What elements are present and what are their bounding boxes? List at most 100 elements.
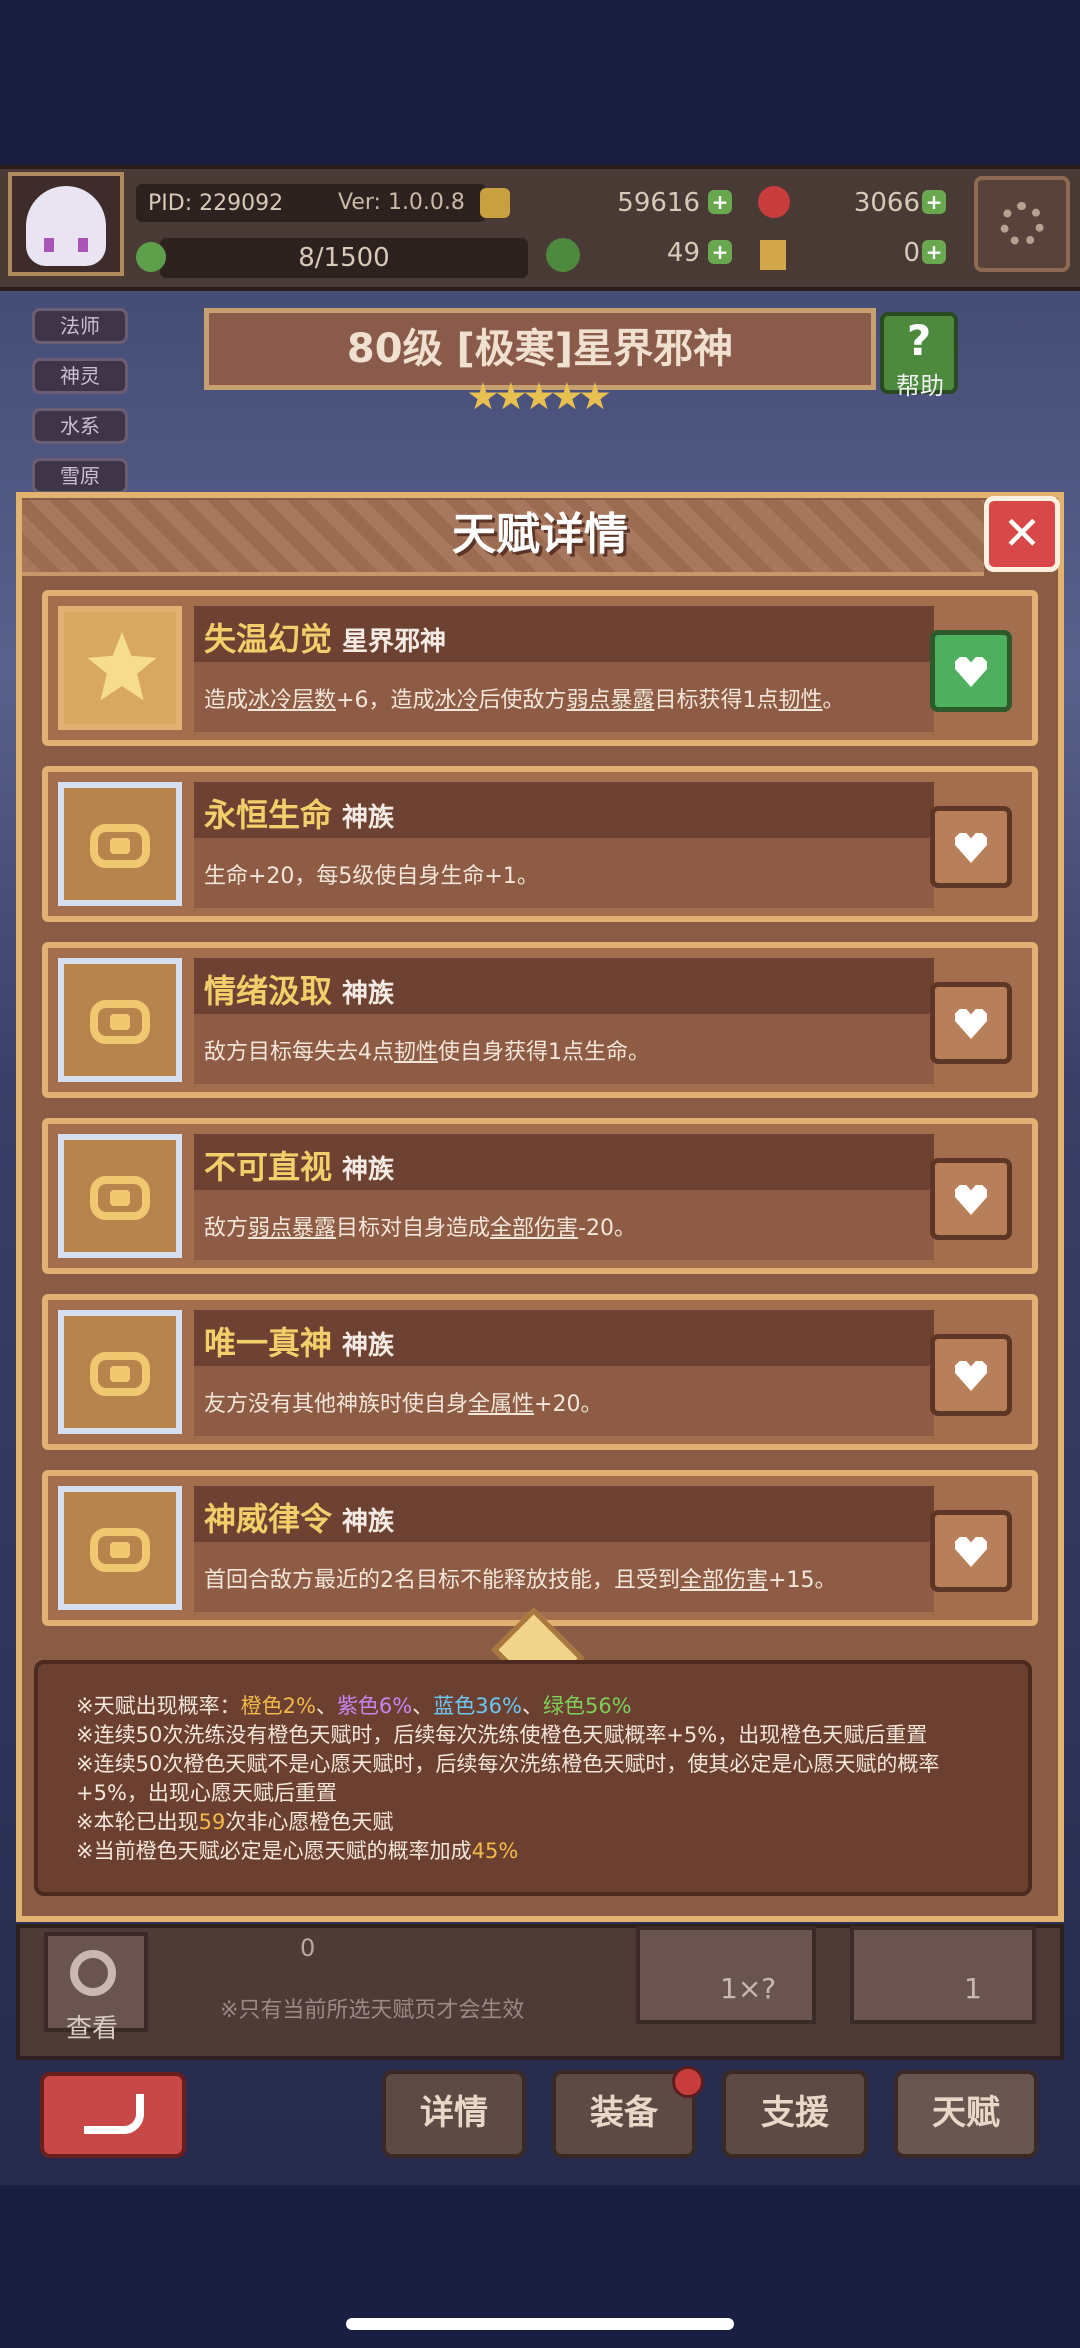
settings-button[interactable] [974,176,1070,272]
talent-source: 神族 [342,1331,395,1361]
tab-talent[interactable]: 天赋 [894,2070,1038,2158]
talent-source: 星界邪神 [342,627,447,657]
talent-icon-frame [58,782,182,906]
keyword-link[interactable]: 冰冷层数 [248,688,336,713]
talent-description: 敌方目标每失去4点韧性使自身获得1点生命。 [204,1040,651,1065]
heart-icon [955,657,987,687]
talent-icon-frame [58,606,182,730]
wish-heart-button[interactable] [930,806,1012,888]
red-gem-icon [758,186,790,218]
keyword-link[interactable]: 全部伤害 [490,1216,578,1241]
gold-coin-icon [480,188,510,218]
talent-name: 失温幻觉 星界邪神 [204,620,447,658]
add-clover-icon[interactable]: + [708,240,732,264]
auto-refine-value: 1×? [720,1972,777,2005]
talent-card[interactable]: 不可直视 神族敌方弱点暴露目标对自身造成全部伤害-20。 [42,1118,1038,1274]
clover-icon [546,238,580,272]
keyword-link[interactable]: 弱点暴露 [248,1216,336,1241]
notice-text: ※只有当前所选天赋页才会生效 [220,1998,525,2023]
keyword-link[interactable]: 全属性 [468,1392,534,1417]
tab-support[interactable]: 支援 [722,2070,868,2158]
talent-icon-frame [58,1310,182,1434]
clover-value: 49 [666,238,700,268]
tag-race: 神灵 [32,358,128,394]
talent-info-panel: ※天赋出现概率：橙色2%、紫色6%、蓝色36%、绿色56% ※连续50次洗练没有… [34,1660,1032,1896]
wish-heart-button[interactable] [930,1158,1012,1240]
tag-terrain: 雪原 [32,458,128,494]
heart-icon [955,1185,987,1215]
heart-icon [955,833,987,863]
talent-name: 神威律令 神族 [204,1500,395,1538]
emblem-icon [90,824,150,868]
talent-description: 首回合敌方最近的2名目标不能释放技能，且受到全部伤害+15。 [204,1568,837,1593]
search-icon [70,1950,116,1996]
emblem-icon [90,1352,150,1396]
back-arrow-icon [84,2094,144,2134]
heart-icon [955,1009,987,1039]
talent-name: 唯一真神 神族 [204,1324,395,1362]
keyword-link[interactable]: 弱点暴露 [567,688,655,713]
info-probability: ※天赋出现概率：橙色2%、紫色6%、蓝色36%、绿色56% [76,1694,632,1718]
keyword-link[interactable]: 冰冷 [434,688,478,713]
key-value: 0 [903,238,920,268]
talent-description: 敌方弱点暴露目标对自身造成全部伤害-20。 [204,1216,636,1241]
keyword-link[interactable]: 全部伤害 [680,1568,768,1593]
talent-card[interactable]: 神威律令 神族首回合敌方最近的2名目标不能释放技能，且受到全部伤害+15。 [42,1470,1038,1626]
auto-refine-button[interactable]: 1×? [636,1926,816,2024]
talent-card[interactable]: 情绪汲取 神族敌方目标每失去4点韧性使自身获得1点生命。 [42,942,1038,1098]
version-text: Ver: 1.0.0.8 [338,190,465,215]
heart-icon [955,1537,987,1567]
avatar-face-icon [26,186,106,266]
wish-heart-button[interactable] [930,982,1012,1064]
back-button[interactable] [40,2072,186,2158]
talent-description: 生命+20，每5级使自身生命+1。 [204,864,539,889]
talent-icon-frame [58,1134,182,1258]
info-current-bonus: ※当前橙色天赋必定是心愿天赋的概率加成45% [76,1839,519,1863]
exp-clover-icon [136,242,166,272]
emblem-icon [90,1528,150,1572]
talent-source: 神族 [342,979,395,1009]
add-gold-icon[interactable]: + [708,190,732,214]
help-label: 帮助 [896,372,944,400]
close-button[interactable]: ✕ [984,496,1060,572]
talent-name: 情绪汲取 神族 [204,972,395,1010]
view-label: 查看 [66,2014,119,2044]
talent-icon-frame [58,1486,182,1610]
star-icon [87,632,157,701]
talent-refine-button[interactable]: 1 [850,1926,1036,2024]
talent-source: 神族 [342,1155,395,1185]
add-red-gem-icon[interactable]: + [922,190,946,214]
red-gem-value: 3066 [853,188,920,218]
info-pity-wish: ※连续50次橙色天赋不是心愿天赋时，后续每次洗练橙色天赋时，使其必定是心愿天赋的… [76,1752,940,1776]
modal-title: 天赋详情 [452,509,628,560]
player-avatar[interactable] [8,172,124,276]
keyword-link[interactable]: 韧性 [779,688,823,713]
gear-icon [1000,202,1044,246]
talent-card[interactable]: 永恒生命 神族生命+20，每5级使自身生命+1。 [42,766,1038,922]
tag-element: 水系 [32,408,128,444]
talent-name: 永恒生命 神族 [204,796,395,834]
heart-icon [955,1361,987,1391]
home-indicator[interactable] [346,2318,734,2330]
wish-heart-button[interactable] [930,630,1012,712]
wish-heart-button[interactable] [930,1334,1012,1416]
info-pity-orange: ※连续50次洗练没有橙色天赋时，后续每次洗练使橙色天赋概率+5%，出现橙色天赋后… [76,1723,928,1747]
talent-source: 神族 [342,1507,395,1537]
talent-icon-frame [58,958,182,1082]
tab-details[interactable]: 详情 [382,2070,526,2158]
info-round-count: ※本轮已出现59次非心愿橙色天赋 [76,1810,394,1834]
talent-description: 造成冰冷层数+6，造成冰冷后使敌方弱点暴露目标获得1点韧性。 [204,688,845,713]
add-key-icon[interactable]: + [922,240,946,264]
refine-count: 0 [300,1934,316,1962]
talent-source: 神族 [342,803,395,833]
talent-name: 不可直视 神族 [204,1148,395,1186]
exp-text: 8/1500 [298,243,390,273]
talent-card[interactable]: 失温幻觉 星界邪神造成冰冷层数+6，造成冰冷后使敌方弱点暴露目标获得1点韧性。 [42,590,1038,746]
wish-heart-button[interactable] [930,1510,1012,1592]
key-icon [760,240,786,270]
emblem-icon [90,1176,150,1220]
info-pity-wish-cont: +5%，出现心愿天赋后重置 [76,1781,337,1805]
talent-card[interactable]: 唯一真神 神族 友方没有其他神族时使自身全属性+20。 [42,1294,1038,1450]
tag-class: 法师 [32,308,128,344]
keyword-link[interactable]: 韧性 [394,1040,438,1065]
